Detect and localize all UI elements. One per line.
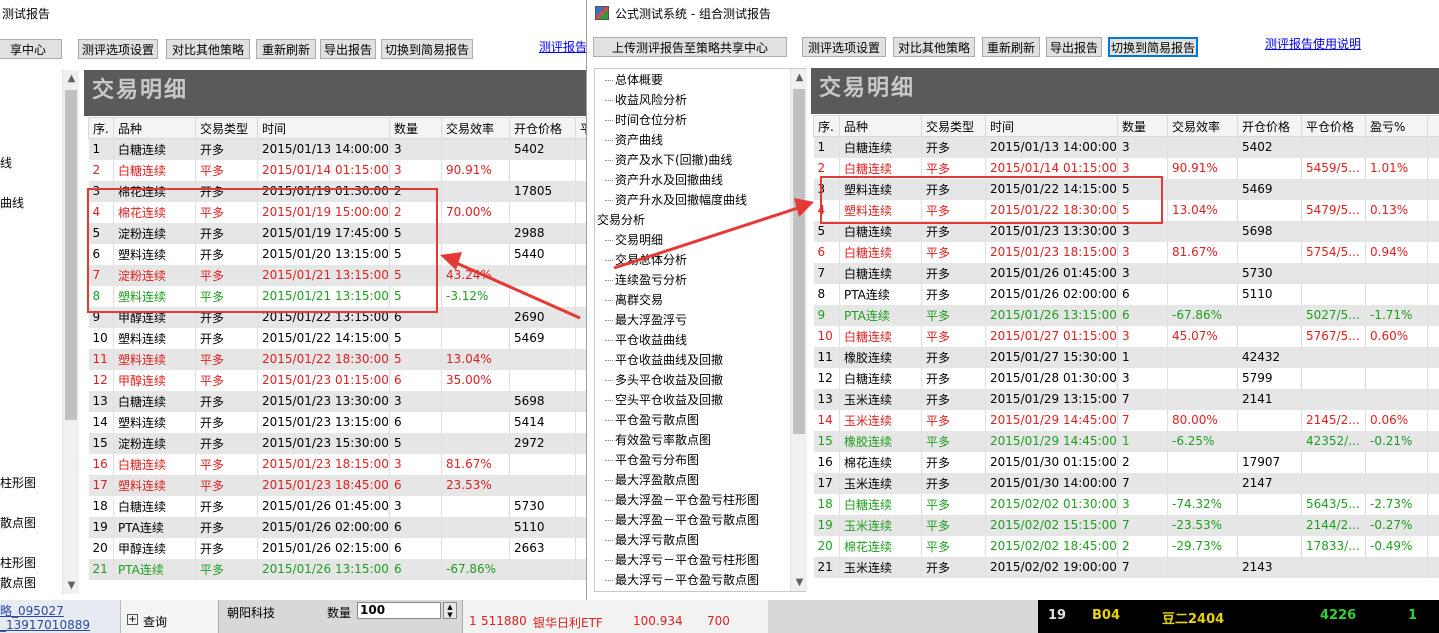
company-label: 朝阳科技 <box>227 606 276 620</box>
expand-icon[interactable]: + <box>127 614 138 625</box>
arrow-head-left <box>440 252 462 270</box>
quote-name: 豆二2404 <box>1162 612 1225 627</box>
arrow-to-right-box <box>613 206 799 270</box>
qty-input[interactable]: 100 <box>357 602 441 619</box>
qty-spinner-icon[interactable]: ▲ ▼ <box>443 602 457 619</box>
account-fragment-2: _13917010889 <box>0 618 90 632</box>
bottom-left-panel: 略_095027 _13917010889 <box>0 600 120 633</box>
query-label[interactable]: 查询 <box>143 613 167 630</box>
quote-row[interactable]: 19 B04 豆二2404 4226 1 <box>1038 600 1439 633</box>
bottom-strip: 略_095027 _13917010889 + 查询 朝阳科技 数量 100 ▲… <box>0 600 1439 633</box>
etf-index: 1 <box>469 614 477 628</box>
qty-label: 数量 <box>327 606 352 620</box>
quote-price: 4226 <box>1320 608 1357 623</box>
arrow-to-left-box <box>453 260 581 320</box>
etf-price: 100.934 <box>633 614 683 628</box>
arrow-head-right <box>794 198 814 217</box>
annotation-arrows <box>440 198 814 320</box>
quote-code: B04 <box>1092 608 1120 623</box>
etf-code: 511880 <box>481 614 527 628</box>
account-fragment-1: 略_095027 <box>0 604 64 618</box>
quote-qty: 1 <box>1408 608 1418 623</box>
query-panel: + 查询 <box>120 600 218 633</box>
quote-index: 19 <box>1048 608 1067 623</box>
etf-volume: 700 <box>707 614 730 628</box>
etf-row[interactable]: 1 511880 银华日利ETF 100.934 700 <box>462 600 768 633</box>
etf-name: 银华日利ETF <box>533 616 603 630</box>
order-panel: 朝阳科技 数量 100 ▲ ▼ <box>218 600 462 633</box>
gray-gap <box>768 600 1038 633</box>
